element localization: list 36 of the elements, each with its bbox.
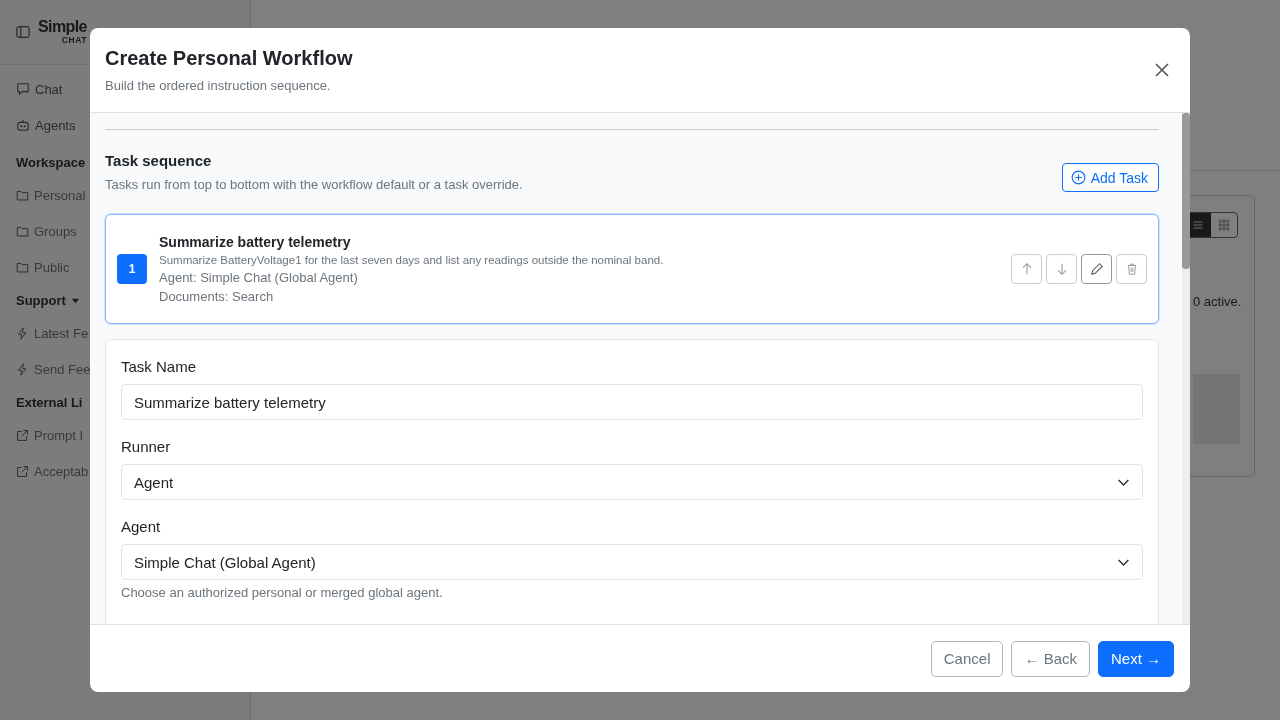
section-heading[interactable]: Workspace	[16, 154, 86, 170]
select-field[interactable]: Simple Chat (Global Agent)	[121, 544, 1143, 580]
task-card[interactable]: 1 Summarize battery telemetry Summarize BatteryVoltage1 for the last seven days and list any readings outside the nominal band. Agent: Simple Chat (Global Agent) Documents: Search	[105, 214, 1159, 324]
section-heading[interactable]: Support	[16, 292, 66, 308]
nav-link[interactable]: Acceptab	[34, 463, 89, 479]
nav-link[interactable]: Latest Fe	[34, 325, 89, 341]
next-button[interactable]: Next →	[1098, 640, 1174, 677]
nav-link[interactable]: Public	[34, 259, 70, 275]
field-label: Runner	[121, 438, 172, 455]
brand-tagline: CHAT	[61, 36, 87, 45]
section-description: Tasks run from top to bottom with the workflow default or a task override.	[105, 177, 523, 192]
help-text: Choose an authorized personal or merged global agent.	[121, 585, 444, 600]
select-field[interactable]: Agent	[121, 464, 1143, 500]
task-instructions: Summarize BatteryVoltage1 for the last seven days and list any readings outside the nominal band.	[159, 254, 665, 266]
status-text: 0 active.	[1193, 294, 1242, 309]
nav-link[interactable]: Agents	[35, 117, 76, 133]
brand-name: Simple	[38, 19, 87, 36]
task-name: Summarize battery telemetry	[159, 234, 352, 250]
field-label: Agent	[121, 518, 162, 535]
nav-link[interactable]: Personal	[34, 187, 86, 203]
nav-link[interactable]: Send Fee	[34, 361, 91, 377]
add-task-button[interactable]: Add Task	[1061, 163, 1159, 192]
footer-button[interactable]: Cancel	[930, 640, 1004, 677]
dialog-subtitle: Build the ordered instruction sequence.	[105, 78, 332, 93]
footer-button[interactable]: ← Back	[1011, 640, 1090, 677]
nav-link[interactable]: Prompt I	[34, 427, 84, 443]
text-input[interactable]: Summarize battery telemetry	[121, 384, 1143, 420]
task-agent: Agent: Simple Chat (Global Agent)	[159, 270, 359, 285]
nav-link[interactable]: Chat	[35, 81, 63, 97]
nav-link[interactable]: Groups	[34, 223, 77, 239]
step-number: 1	[117, 254, 147, 284]
field-label: Task Name	[121, 358, 198, 375]
task-documents: Documents: Search	[159, 289, 275, 304]
dialog-title: Create Personal Workflow	[105, 47, 353, 70]
section-heading[interactable]: External Li	[16, 394, 83, 410]
section-title: Task sequence	[105, 152, 213, 169]
